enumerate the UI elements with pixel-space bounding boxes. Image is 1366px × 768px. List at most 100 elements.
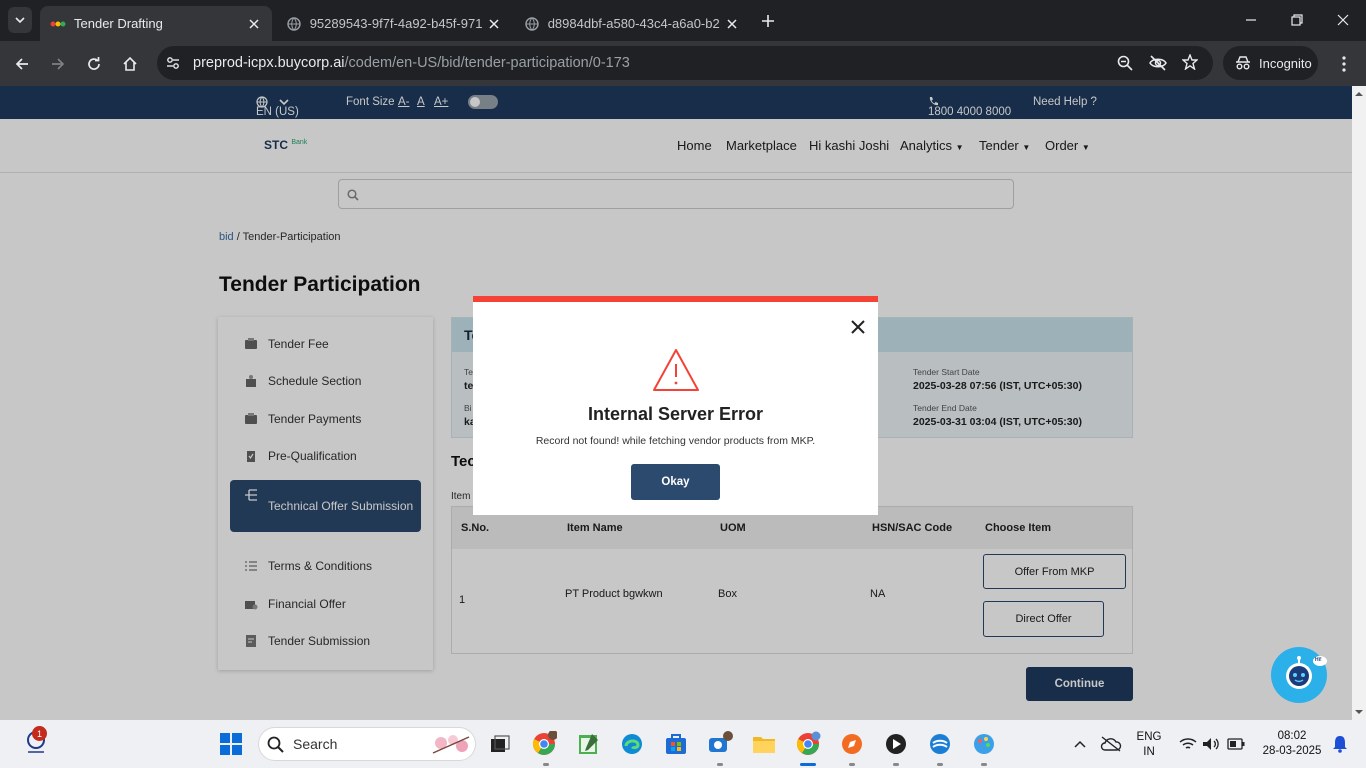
robot-icon: [1286, 656, 1327, 689]
close-icon[interactable]: [724, 16, 740, 32]
show-hidden-icons-button[interactable]: [1066, 730, 1094, 758]
search-icon: [267, 736, 284, 753]
task-view-button[interactable]: [486, 730, 514, 758]
globe-icon: [286, 16, 302, 32]
incognito-label: Incognito: [1259, 55, 1312, 71]
home-icon: [123, 56, 137, 71]
close-icon[interactable]: [247, 16, 262, 32]
language-line2: IN: [1143, 746, 1155, 758]
taskbar-search-placeholder: Search: [293, 736, 338, 752]
url-text: preprod-icpx.buycorp.ai/codem/en-US/bid/…: [193, 55, 630, 71]
start-button[interactable]: [217, 730, 245, 758]
restore-button[interactable]: [1285, 8, 1309, 32]
battery-icon[interactable]: [1222, 730, 1250, 758]
tab-2[interactable]: 95289543-9f7f-4a92-b45f-9713: [276, 6, 512, 41]
url-host: preprod-icpx.buycorp.ai: [193, 55, 345, 71]
chrome-icon: [532, 731, 557, 755]
running-indicator: [893, 763, 899, 766]
error-modal: Internal Server Error Record not found! …: [473, 296, 878, 515]
clock-date: 28-03-2025: [1262, 745, 1322, 757]
new-tab-button[interactable]: [757, 10, 779, 32]
back-button[interactable]: [10, 52, 34, 76]
microsoft-store-button[interactable]: [662, 730, 690, 758]
browser-toolbar: preprod-icpx.buycorp.ai/codem/en-US/bid/…: [0, 41, 1366, 86]
compass-app-button[interactable]: [838, 730, 866, 758]
running-indicator: [543, 763, 549, 766]
play-icon: [886, 734, 906, 754]
scroll-down-icon[interactable]: [1352, 707, 1366, 717]
close-icon[interactable]: [849, 318, 867, 336]
forward-button[interactable]: [46, 52, 70, 76]
notification-badge: 1: [32, 726, 47, 741]
app-swoosh-button[interactable]: [926, 730, 954, 758]
tab-title: d8984dbf-a580-43c4-a6a0-b2: [547, 16, 720, 31]
onedrive-button[interactable]: [1097, 730, 1125, 758]
zoom-icon[interactable]: [1117, 55, 1133, 76]
notepad-icon: [579, 734, 598, 754]
tab-tender-drafting[interactable]: Tender Drafting: [40, 6, 272, 41]
chevron-up-icon: [1074, 740, 1086, 748]
page-scrollbar[interactable]: [1352, 86, 1366, 720]
home-button[interactable]: [118, 52, 142, 76]
minimize-button[interactable]: [1239, 8, 1263, 32]
incognito-icon: [1235, 56, 1251, 70]
store-icon: [666, 734, 686, 754]
edge-icon: [622, 734, 642, 754]
url-path: /codem/en-US/bid/tender-participation/0-…: [344, 55, 630, 71]
minimize-icon: [1246, 19, 1256, 21]
clock[interactable]: 08:02 28-03-2025: [1254, 729, 1330, 759]
media-player-button[interactable]: [882, 730, 910, 758]
swoosh-icon: [930, 734, 950, 754]
close-window-button[interactable]: [1331, 8, 1355, 32]
tab-search-button[interactable]: [8, 7, 32, 33]
file-explorer-button[interactable]: [750, 730, 778, 758]
chevron-down-icon: [15, 17, 25, 24]
favicon-icon: [50, 16, 66, 32]
cloud-off-icon: [1100, 736, 1122, 752]
chatbot-badge-text: Hi!: [1315, 657, 1322, 663]
palette-icon: [974, 734, 994, 754]
task-view-icon: [491, 735, 510, 752]
chrome-profile-t-button[interactable]: [530, 730, 558, 758]
app-paint-button[interactable]: [970, 730, 998, 758]
windows-taskbar: 1 Search ENG IN 08:02 28-03-2025: [0, 720, 1366, 768]
arrow-left-icon: [15, 58, 28, 70]
folder-icon: [753, 737, 775, 753]
notifications-button[interactable]: [1326, 730, 1354, 758]
reload-button[interactable]: [82, 52, 106, 76]
star-icon[interactable]: [1181, 53, 1199, 75]
browser-tab-bar: Tender Drafting 95289543-9f7f-4a92-b45f-…: [0, 0, 1366, 41]
windows-logo-icon: [220, 733, 242, 755]
modal-title: Internal Server Error: [587, 404, 764, 424]
scroll-up-icon[interactable]: [1352, 89, 1366, 99]
reload-icon: [88, 57, 100, 70]
camera-icon: [709, 731, 733, 752]
close-icon[interactable]: [486, 16, 502, 32]
language-line1: ENG: [1136, 731, 1162, 743]
chrome-icon: [796, 731, 821, 755]
language-indicator[interactable]: ENG IN: [1132, 730, 1166, 760]
notepad-button[interactable]: [574, 730, 602, 758]
tab-title: 95289543-9f7f-4a92-b45f-9713: [309, 16, 483, 31]
volume-icon[interactable]: [1197, 730, 1225, 758]
restore-icon: [1291, 14, 1303, 26]
camera-app-button[interactable]: [706, 730, 734, 758]
active-indicator: [800, 763, 816, 766]
chrome-active-button[interactable]: [794, 730, 822, 758]
edge-button[interactable]: [618, 730, 646, 758]
eye-slash-icon[interactable]: [1149, 55, 1167, 76]
okay-button[interactable]: Okay: [631, 464, 720, 500]
taskbar-search[interactable]: Search: [258, 727, 476, 761]
widgets-button[interactable]: 1: [22, 726, 50, 756]
browser-menu-button[interactable]: [1332, 52, 1356, 76]
running-indicator: [849, 763, 855, 766]
compass-icon: [842, 734, 862, 754]
bell-icon: [1333, 736, 1347, 753]
tab-3[interactable]: d8984dbf-a580-43c4-a6a0-b2: [514, 6, 750, 41]
cherry-blossom-icon: [432, 735, 470, 754]
site-settings-icon[interactable]: [165, 55, 181, 76]
address-bar[interactable]: preprod-icpx.buycorp.ai/codem/en-US/bid/…: [157, 46, 1213, 80]
tab-title: Tender Drafting: [74, 16, 163, 31]
chatbot-launcher[interactable]: Hi!: [1271, 647, 1327, 703]
incognito-indicator[interactable]: Incognito: [1223, 46, 1318, 80]
